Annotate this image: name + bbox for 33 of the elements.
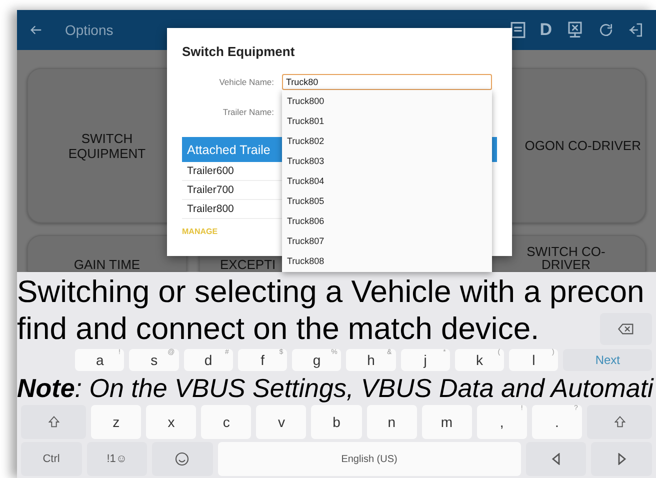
shift-arrow-icon (46, 415, 61, 429)
shift-arrow-icon (612, 415, 626, 429)
option-tile[interactable]: GAIN TIME (27, 235, 187, 272)
field-label: Vehicle Name: (218, 77, 274, 87)
keyboard-key[interactable]: b (311, 405, 362, 439)
back-arrow-icon[interactable] (29, 23, 43, 37)
keyboard-key[interactable]: x (146, 405, 196, 439)
keyboard-key[interactable]: n (366, 405, 417, 439)
keyboard-key[interactable]: m (422, 405, 472, 439)
backspace-icon (618, 323, 634, 335)
vehicle-name-field[interactable]: Truck80 (282, 74, 492, 90)
left-triangle-icon (551, 453, 562, 465)
space-key[interactable]: English (US) (218, 442, 521, 476)
field-label: Trailer Name: (222, 107, 274, 117)
caption-text: Switching or selecting a Vehicle with a precon (17, 275, 646, 309)
refresh-icon[interactable] (598, 22, 614, 38)
logout-icon[interactable] (628, 22, 644, 38)
caption-text: find and connect on the match device. (17, 311, 540, 347)
symbols-key[interactable]: !1☺ (86, 442, 148, 476)
dialog-title: Switch Equipment (182, 44, 296, 59)
smiley-icon (174, 451, 190, 467)
keyboard-key[interactable]: v (256, 405, 306, 439)
document-icon[interactable] (510, 21, 526, 39)
screen-title: Options (64, 22, 114, 38)
right-triangle-icon (616, 453, 627, 465)
emoji-key[interactable] (152, 442, 213, 476)
backspace-key[interactable] (600, 313, 652, 345)
keyboard-key[interactable]: c (201, 405, 252, 439)
note-text: Note: On the VBUS Settings, VBUS Data and Automati (17, 374, 652, 402)
box-x-icon[interactable] (566, 21, 584, 39)
keyboard-key[interactable]: z (91, 405, 142, 439)
ctrl-key[interactable]: Ctrl (21, 442, 82, 476)
driver-letter-icon[interactable]: D (540, 20, 552, 40)
